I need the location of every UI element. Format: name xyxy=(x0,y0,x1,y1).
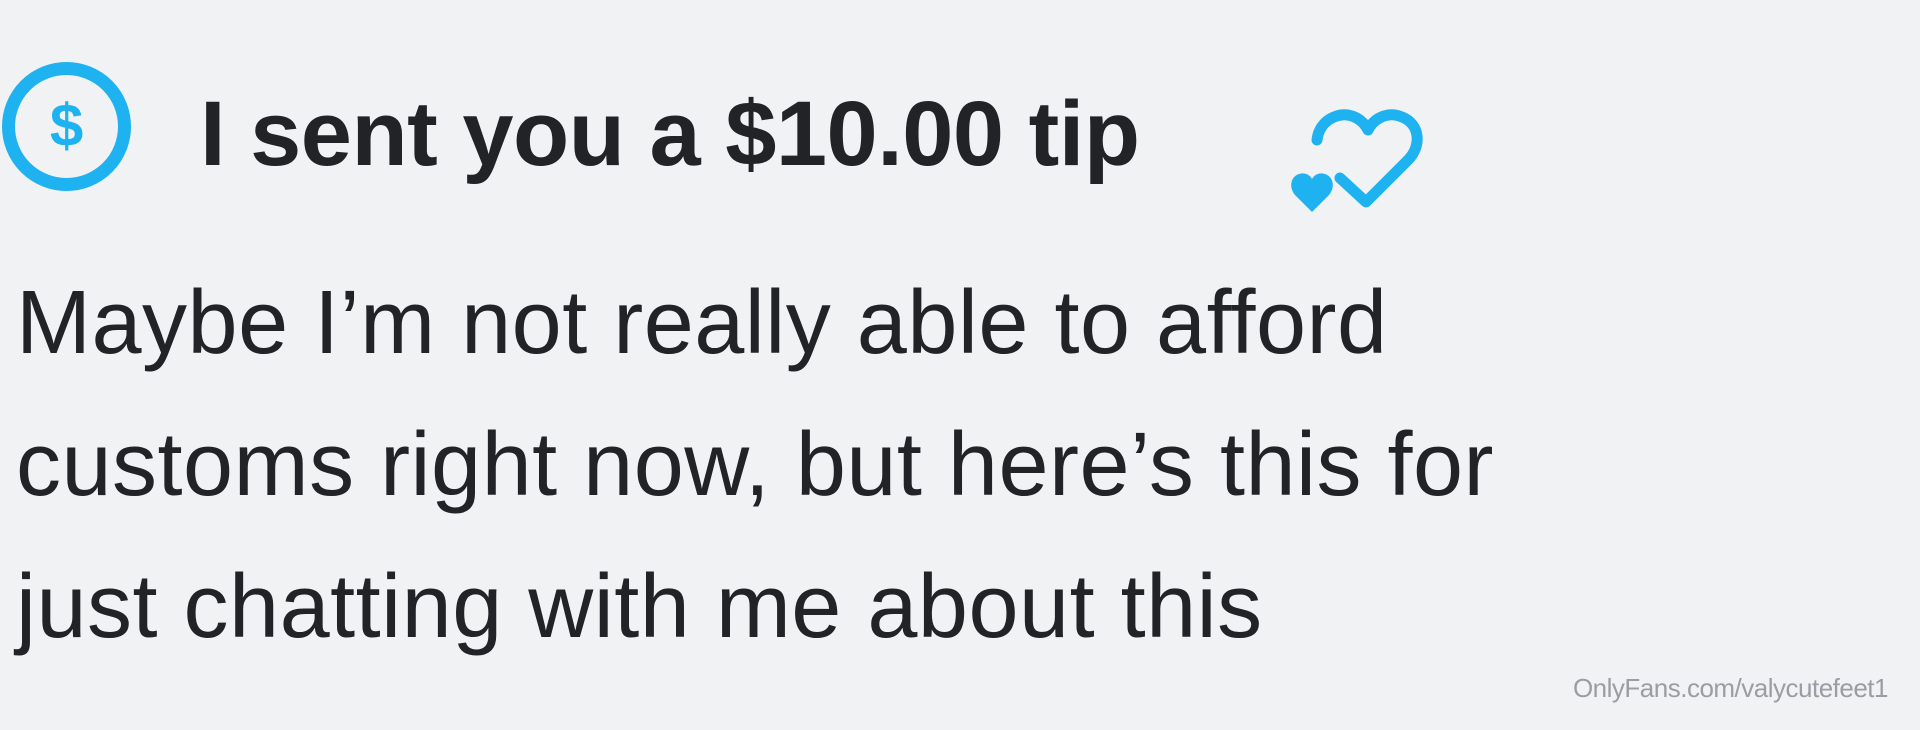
svg-text:$: $ xyxy=(50,92,83,159)
dollar-circle-icon: $ xyxy=(2,62,131,191)
heart-check-icon[interactable] xyxy=(1290,108,1424,212)
message-line: just chatting with me about this xyxy=(16,557,1263,657)
message-line: customs right now, but here’s this for xyxy=(16,415,1495,515)
tip-title: I sent you a $10.00 tip xyxy=(200,83,1140,185)
watermark: OnlyFans.com/valycutefeet1 xyxy=(1572,673,1889,703)
tip-message: Maybe I’m not really able to afford cust… xyxy=(16,252,1716,678)
message-line: Maybe I’m not really able to afford xyxy=(16,273,1388,373)
